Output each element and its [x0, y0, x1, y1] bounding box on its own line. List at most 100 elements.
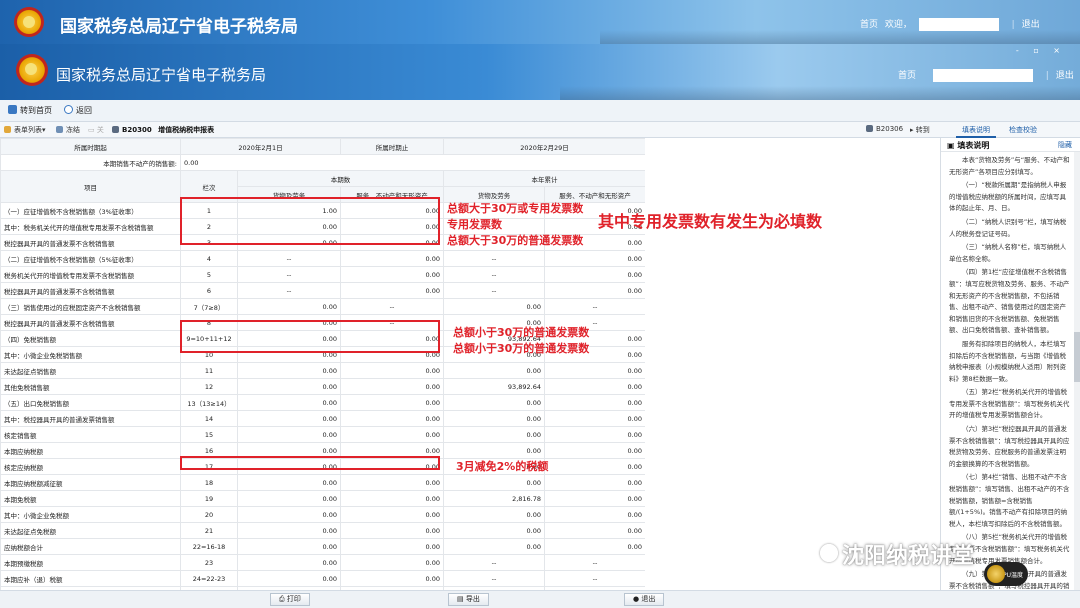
row-goods-value[interactable]: 0.00 [236, 554, 342, 571]
row-goods-value[interactable]: 0.00 [236, 538, 342, 555]
row-services-value[interactable]: 0.00 [340, 506, 445, 523]
row-label: （一）应征增值税不含税销售额（3%征收率） [0, 202, 181, 219]
goto-home-button[interactable]: 转到首页 [8, 105, 52, 116]
form-code: B20300 [122, 126, 152, 134]
row-services-value[interactable]: 0.00 [340, 378, 445, 395]
help-scrollbar[interactable] [1074, 152, 1080, 590]
row-goods-value[interactable]: 0.00 [236, 410, 342, 427]
row-ytd-services-value: 0.00 [544, 282, 645, 299]
row-ytd-services-value: 0.00 [544, 458, 645, 475]
row-services-value[interactable]: 0.00 [340, 410, 445, 427]
row-line-number: 18 [180, 474, 238, 491]
bottom-action-bar: ⎙ 打印 ▤ 导出 ● 退出 [0, 590, 1080, 608]
back-button[interactable]: 返回 [64, 105, 92, 116]
row-ytd-goods-value: 0.00 [443, 522, 546, 539]
export-button[interactable]: ▤ 导出 [448, 593, 489, 606]
row-ytd-services-value: 0.00 [544, 266, 645, 283]
help-scrollbar-thumb[interactable] [1074, 332, 1080, 382]
row-ytd-services-value: 0.00 [544, 250, 645, 267]
row-ytd-goods-value: -- [443, 250, 546, 267]
help-paragraph: （六）第3栏“税控器具开具的普通发票不含税销售额”：填写税控器具开具的应税货物及… [949, 425, 1070, 468]
form-row: 本期应补（退）税额 24=22-23 0.00 0.00 -- -- [0, 570, 645, 587]
row-line-number: 21 [180, 522, 238, 539]
row-services-value[interactable]: 0.00 [340, 250, 445, 267]
inner-user-name-box [932, 69, 1033, 82]
tab-check-validation[interactable]: 检查校验 [1003, 124, 1043, 136]
row-ytd-services-value: -- [544, 298, 645, 315]
help-body: 本表“货物及劳务”与“服务、不动产和无形资产”各项目应分别填写。 （一）“税款所属… [941, 152, 1080, 590]
help-paragraph: 本表“货物及劳务”与“服务、不动产和无形资产”各项目应分别填写。 [949, 156, 1070, 176]
goto-button[interactable]: ▸ 转到 [910, 125, 930, 135]
next-form-button[interactable]: B20306 [866, 125, 903, 133]
row-ytd-services-value: 0.00 [544, 410, 645, 427]
row-services-value[interactable]: 0.00 [340, 282, 445, 299]
row-goods-value: -- [236, 282, 342, 299]
form-row: 税务机关代开的增值税专用发票不含税销售额 5 -- 0.00 -- 0.00 [0, 266, 645, 283]
annotation-box-lines-1-3 [180, 197, 440, 245]
help-icon: ▣ [947, 141, 958, 150]
row-goods-value[interactable]: 0.00 [236, 426, 342, 443]
inner-logout-link[interactable]: 退出 [1056, 71, 1074, 81]
form-row: 本期预缴税额 23 0.00 0.00 -- -- [0, 554, 645, 571]
row-goods-value[interactable]: 0.00 [236, 570, 342, 587]
row-label: 税控器具开具的普通发票不含税销售额 [0, 282, 181, 299]
row-goods-value[interactable]: 0.00 [236, 394, 342, 411]
outer-user-name-box [918, 18, 999, 31]
wechat-icon [820, 544, 838, 562]
row-goods-value[interactable]: 0.00 [236, 506, 342, 523]
great-wall-decoration [600, 30, 1080, 44]
tax-emblem-icon [14, 7, 44, 37]
form-list-button[interactable]: 表单列表▾ [4, 125, 46, 135]
outer-welcome-text: 欢迎， [884, 20, 912, 30]
current-form-tab[interactable]: B20300 增值税纳税申报表 [112, 125, 214, 135]
row-goods-value[interactable]: 0.00 [236, 474, 342, 491]
outer-logout-link[interactable]: 退出 [1022, 20, 1040, 30]
close-form-label: 关 [96, 126, 104, 134]
window-controls[interactable]: - ▫ × [1016, 46, 1066, 55]
annotation-box-line-18 [180, 456, 440, 470]
tab-fill-instructions[interactable]: 填表说明 [956, 124, 996, 138]
row-services-value[interactable]: 0.00 [340, 538, 445, 555]
row-goods-value[interactable]: 0.00 [236, 378, 342, 395]
header-row-1: 项目 栏次 本期数 本年累计 [0, 170, 645, 203]
row-goods-value[interactable]: 0.00 [236, 522, 342, 539]
help-paragraph: （三）“纳税人名称”栏，填写纳税人单位名称全称。 [949, 243, 1067, 263]
row-ytd-goods-value: 0.00 [443, 298, 546, 315]
row-services-value[interactable]: 0.00 [340, 394, 445, 411]
row-services-value[interactable]: 0.00 [340, 266, 445, 283]
row-goods-value[interactable]: 0.00 [236, 490, 342, 507]
help-header: ▣ 填表说明 隐藏 [941, 138, 1080, 152]
exit-label: 退出 [641, 595, 656, 603]
annotation-text-3: 总额大于30万的普通发票数 [447, 234, 584, 247]
row-services-value[interactable]: 0.00 [340, 570, 445, 587]
help-hide-button[interactable]: 隐藏 [1058, 140, 1072, 150]
form-row: （三）销售使用过的应税固定资产不含税销售额 7（7≥8） 0.00 -- 0.00 -- [0, 298, 645, 315]
exit-button[interactable]: ● 退出 [624, 593, 665, 606]
inner-home-link[interactable]: 首页 [898, 71, 916, 81]
row-services-value[interactable]: 0.00 [340, 522, 445, 539]
form-row: 本期应纳税额减征额 18 0.00 0.00 0.00 0.00 [0, 474, 645, 491]
row-services-value[interactable]: 0.00 [340, 490, 445, 507]
row-label: 本期免税额 [0, 490, 181, 507]
close-form-button[interactable]: ▭ 关 [88, 125, 104, 135]
row-services-value[interactable]: 0.00 [340, 554, 445, 571]
goto-home-label: 转到首页 [20, 106, 52, 115]
row-services-value[interactable]: 0.00 [340, 362, 445, 379]
realestate-value: 0.00 [179, 154, 645, 171]
outer-nav-links: 首页 欢迎， | 退出 [860, 17, 1044, 31]
outer-home-link[interactable]: 首页 [860, 20, 878, 30]
next-form-icon [866, 125, 873, 132]
row-label: 其中：小微企业免税销售额 [0, 346, 181, 363]
freeze-label: 冻结 [66, 126, 80, 134]
row-goods-value[interactable]: 0.00 [236, 298, 342, 315]
print-button[interactable]: ⎙ 打印 [270, 593, 310, 606]
row-line-number: 13（13≥14） [180, 394, 238, 411]
folder-icon [4, 126, 11, 133]
freeze-button[interactable]: 冻结 [56, 125, 80, 135]
row-services-value: -- [340, 298, 445, 315]
row-goods-value[interactable]: 0.00 [236, 362, 342, 379]
home-icon [8, 105, 17, 114]
row-services-value[interactable]: 0.00 [340, 474, 445, 491]
row-services-value[interactable]: 0.00 [340, 426, 445, 443]
row-label: 税控器具开具的普通发票不含税销售额 [0, 234, 181, 251]
